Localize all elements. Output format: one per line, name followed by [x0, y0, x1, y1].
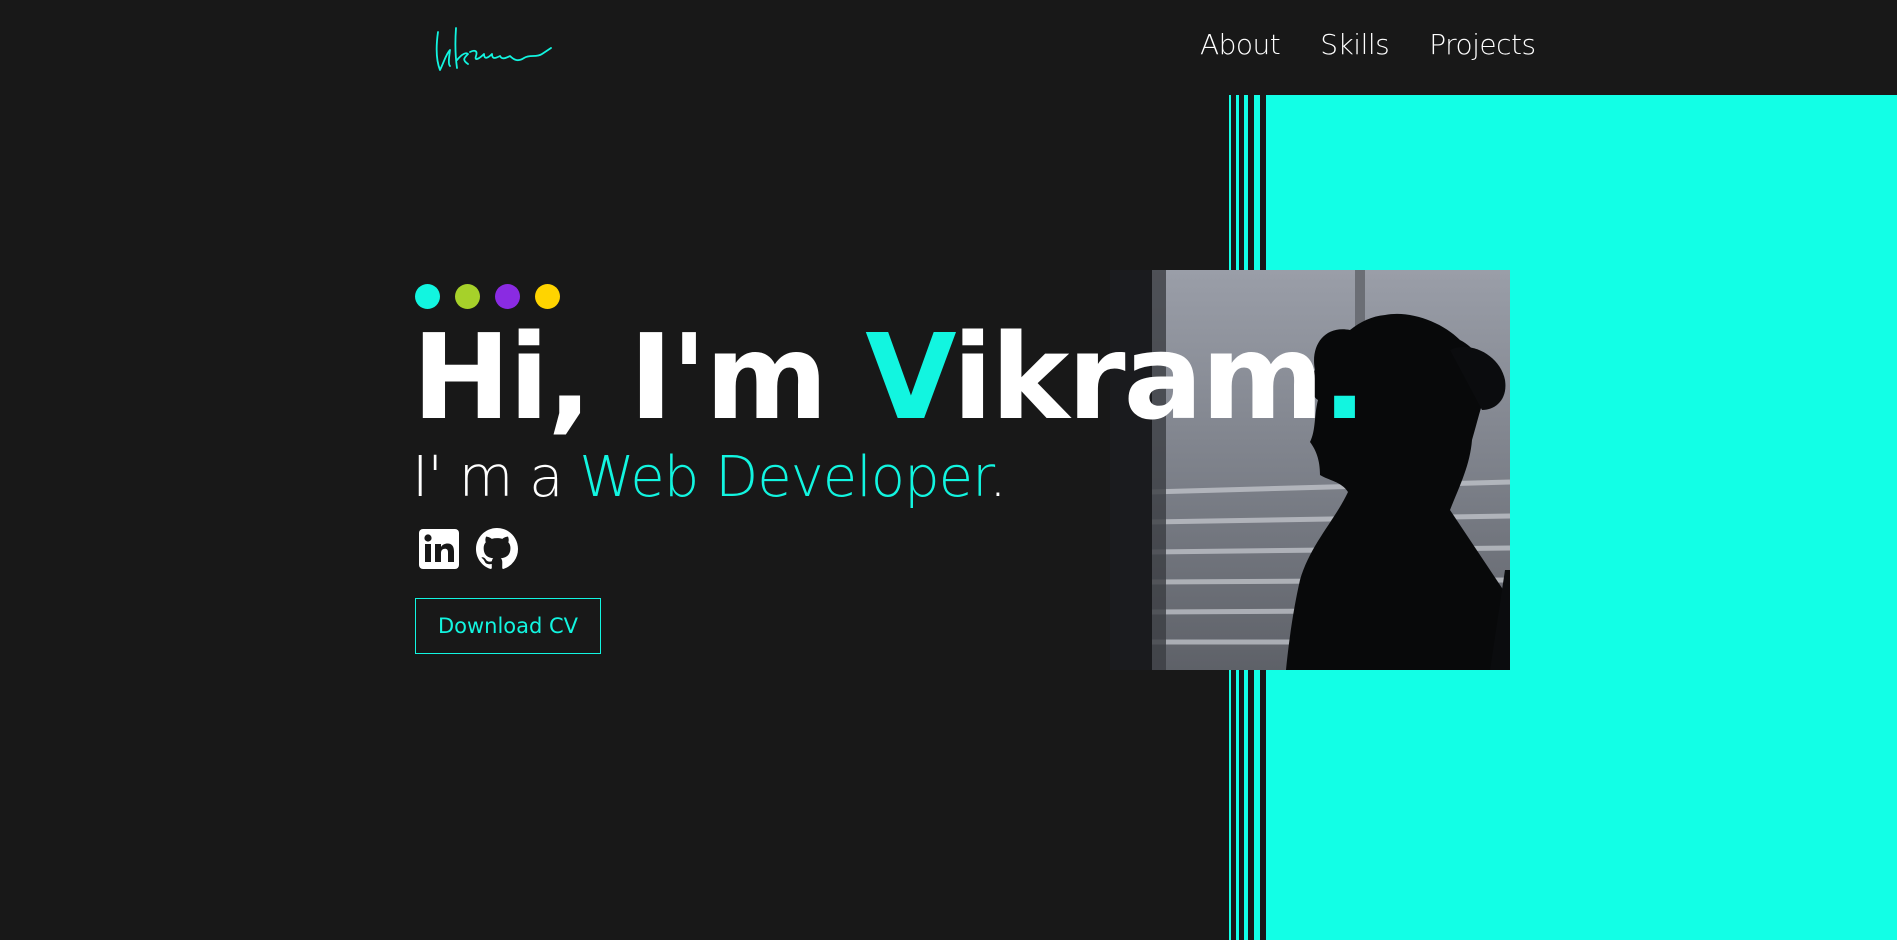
hero-role: Web Developer	[579, 445, 990, 510]
dot-purple	[495, 284, 520, 309]
nav-link-about[interactable]: About	[1200, 28, 1281, 61]
hero-subtitle-suffix: .	[988, 445, 1007, 510]
main-nav: About Skills Projects	[1200, 28, 1536, 61]
dot-yellow	[535, 284, 560, 309]
hero-name-period: .	[1322, 308, 1367, 446]
page: About Skills Projects Hi, I'm Vikram. I'…	[0, 0, 1897, 940]
dot-cyan	[415, 284, 440, 309]
nav-link-projects[interactable]: Projects	[1429, 28, 1536, 61]
hero-name-initial: V	[865, 308, 954, 446]
hero-subtitle-prefix: I' m a	[412, 445, 580, 510]
dot-lime	[455, 284, 480, 309]
linkedin-link[interactable]	[418, 528, 460, 570]
download-cv-button[interactable]: Download CV	[415, 598, 601, 654]
signature-logo[interactable]	[430, 14, 555, 76]
hero-subtitle: I' m a Web Developer.	[412, 450, 1007, 506]
hero-greeting: Hi, I'm	[412, 308, 866, 446]
color-dots	[415, 284, 560, 309]
signature-logo-icon	[435, 27, 552, 71]
hero-heading: Hi, I'm Vikram.	[412, 318, 1367, 436]
nav-link-skills[interactable]: Skills	[1320, 28, 1389, 61]
linkedin-icon	[419, 529, 459, 569]
social-links	[418, 528, 518, 570]
github-link[interactable]	[476, 528, 518, 570]
github-icon	[476, 528, 518, 569]
hero-name-rest: ikram	[952, 308, 1324, 446]
